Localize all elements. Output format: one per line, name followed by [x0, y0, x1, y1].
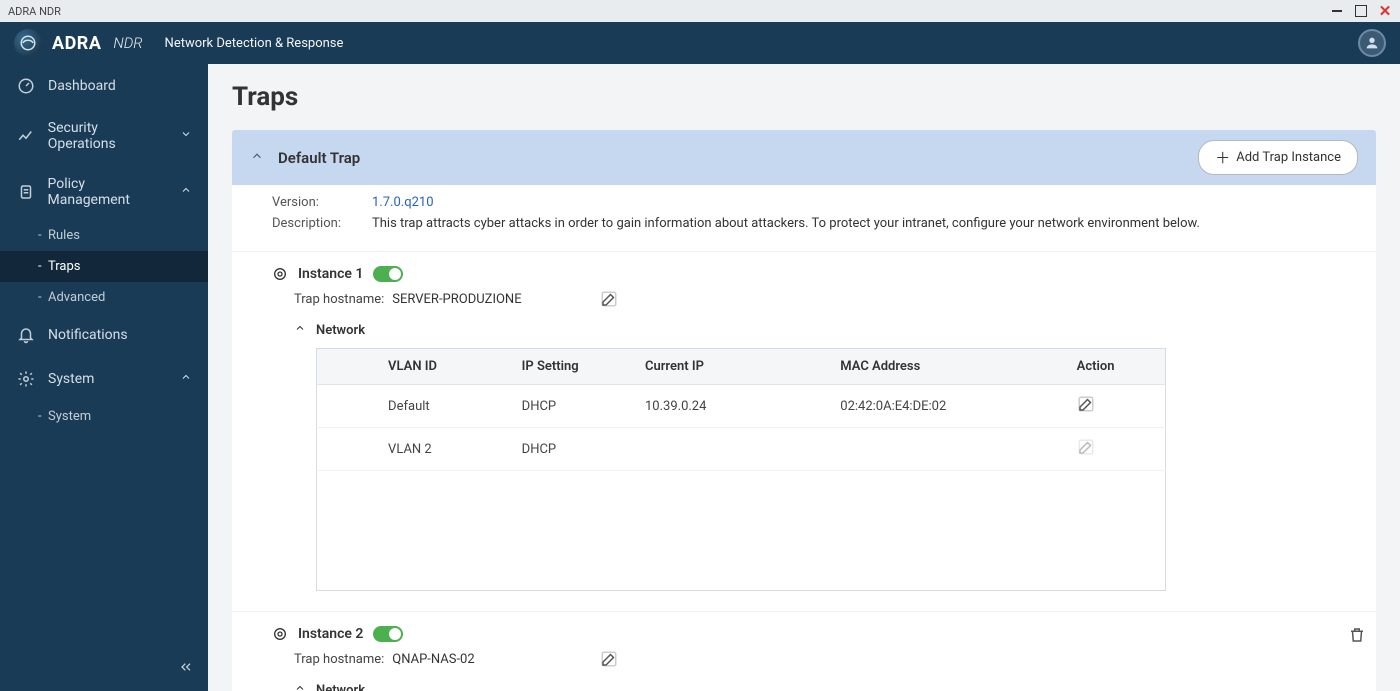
edit-hostname-button[interactable]: [600, 650, 618, 668]
sidebar-subitem-rules[interactable]: Rules: [0, 220, 208, 251]
col-vlan-header: VLAN ID: [374, 349, 508, 385]
edit-hostname-button[interactable]: [600, 290, 618, 308]
sidebar-item-label: Dashboard: [48, 78, 116, 94]
description-label: Description:: [272, 216, 372, 231]
ip-setting-cell: DHCP: [508, 385, 631, 428]
instance-name: Instance 2: [298, 626, 363, 642]
brand-tagline: Network Detection & Response: [165, 36, 344, 51]
mac-address-cell: 02:42:0A:E4:DE:02: [826, 385, 1062, 428]
chevron-down-icon: [180, 128, 192, 144]
current-ip-cell: [631, 428, 826, 471]
sidebar: Dashboard Security Operations Policy Man…: [0, 64, 208, 691]
hostname-label: Trap hostname:: [294, 292, 384, 307]
col-action-header: Action: [1063, 349, 1166, 385]
hostname-value: QNAP-NAS-02: [392, 652, 592, 667]
trap-panel: Default Trap ＋ Add Trap Instance Version…: [232, 130, 1376, 691]
chevron-up-icon: [294, 682, 306, 691]
chart-icon: [16, 126, 36, 146]
app-logo-icon: [14, 29, 42, 57]
clipboard-icon: [16, 182, 36, 202]
window-close-button[interactable]: ✕: [1378, 4, 1392, 18]
sidebar-item-policy-management[interactable]: Policy Management: [0, 164, 208, 220]
mac-address-cell: [826, 428, 1062, 471]
window-maximize-button[interactable]: [1354, 4, 1368, 18]
dashboard-icon: [16, 76, 36, 96]
trap-panel-header: Default Trap ＋ Add Trap Instance: [232, 130, 1376, 185]
add-trap-instance-button[interactable]: ＋ Add Trap Instance: [1198, 140, 1358, 175]
collapse-trap-button[interactable]: [250, 148, 264, 167]
window-minimize-button[interactable]: [1330, 4, 1344, 18]
target-icon: [272, 626, 288, 642]
instance-enable-toggle[interactable]: [373, 626, 403, 642]
sidebar-item-label: Security Operations: [48, 120, 168, 152]
instance-name: Instance 1: [298, 266, 363, 282]
chevron-up-icon: [294, 322, 306, 338]
edit-vlan-button[interactable]: [1077, 445, 1095, 460]
sidebar-item-label: Policy Management: [48, 176, 168, 208]
network-section-toggle[interactable]: Network: [294, 322, 1336, 338]
sidebar-subitem-system[interactable]: System: [0, 401, 208, 432]
target-icon: [272, 266, 288, 282]
chevron-up-icon: [180, 184, 192, 200]
brand-subname: NDR: [113, 34, 142, 52]
trap-panel-title: Default Trap: [278, 149, 1198, 167]
app-header: ADRA NDR Network Detection & Response: [0, 22, 1400, 64]
sidebar-item-security-operations[interactable]: Security Operations: [0, 108, 208, 164]
description-value: This trap attracts cyber attacks in orde…: [372, 216, 1200, 231]
delete-instance-button[interactable]: [1348, 626, 1366, 644]
sidebar-subitem-traps[interactable]: Traps: [0, 251, 208, 282]
table-row: VLAN 2 DHCP: [317, 428, 1166, 471]
page-title: Traps: [232, 82, 1376, 112]
current-ip-cell: 10.39.0.24: [631, 385, 826, 428]
chevron-up-icon: [180, 371, 192, 387]
instance-block: Instance 2 Trap hostname: QNAP-NAS-02: [232, 611, 1376, 691]
col-mac-header: MAC Address: [826, 349, 1062, 385]
add-trap-instance-label: Add Trap Instance: [1236, 150, 1341, 165]
window-titlebar: ADRA NDR ✕: [0, 0, 1400, 22]
brand-name: ADRA: [52, 33, 101, 54]
network-section-label: Network: [316, 683, 365, 691]
sidebar-subitem-advanced[interactable]: Advanced: [0, 282, 208, 313]
instance-enable-toggle[interactable]: [373, 266, 403, 282]
col-currentip-header: Current IP: [631, 349, 826, 385]
network-section-label: Network: [316, 323, 365, 338]
gear-icon: [16, 369, 36, 389]
hostname-value: SERVER-PRODUZIONE: [392, 292, 592, 307]
ip-setting-cell: DHCP: [508, 428, 631, 471]
version-value[interactable]: 1.7.0.q210: [372, 195, 434, 210]
edit-vlan-button[interactable]: [1077, 402, 1095, 417]
sidebar-item-label: System: [48, 371, 94, 387]
col-ipsetting-header: IP Setting: [508, 349, 631, 385]
sidebar-collapse-button[interactable]: [178, 659, 194, 679]
window-title: ADRA NDR: [8, 5, 61, 18]
sidebar-item-system[interactable]: System: [0, 357, 208, 401]
trap-meta: Version: 1.7.0.q210 Description: This tr…: [232, 185, 1376, 251]
sidebar-item-label: Notifications: [48, 327, 128, 343]
network-section-toggle[interactable]: Network: [294, 682, 1336, 691]
instance-block: Instance 1 Trap hostname: SERVER-PRODUZI…: [232, 251, 1376, 611]
sidebar-item-notifications[interactable]: Notifications: [0, 313, 208, 357]
network-table: VLAN ID IP Setting Current IP MAC Addres…: [316, 348, 1166, 591]
sidebar-item-dashboard[interactable]: Dashboard: [0, 64, 208, 108]
vlan-id-cell: VLAN 2: [374, 428, 508, 471]
plus-icon: ＋: [1215, 147, 1230, 168]
user-avatar-button[interactable]: [1358, 29, 1386, 57]
hostname-label: Trap hostname:: [294, 652, 384, 667]
table-row: Default DHCP 10.39.0.24 02:42:0A:E4:DE:0…: [317, 385, 1166, 428]
main-content: ➤ Traps Default Trap ＋ Add Trap Instance…: [208, 64, 1400, 691]
bell-icon: [16, 325, 36, 345]
vlan-id-cell: Default: [374, 385, 508, 428]
version-label: Version:: [272, 195, 372, 210]
